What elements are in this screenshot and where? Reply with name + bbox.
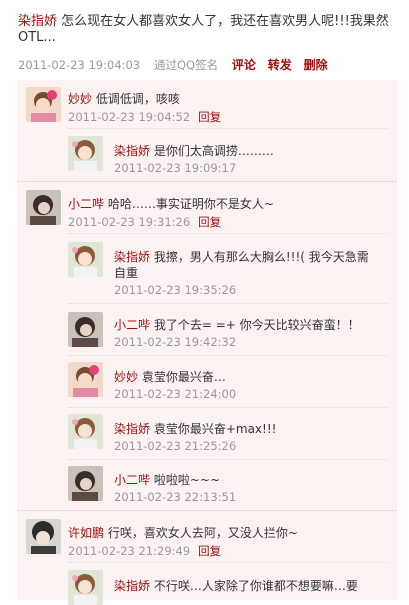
divider	[68, 233, 388, 234]
reply-2-1-body: 染指娇 我擦，男人有那么大胸么!!!( 我今天急需	[114, 248, 369, 265]
reply-text: 袁莹你最兴奋…	[138, 370, 226, 384]
reply-text: 啦啦啦~~~	[150, 473, 220, 487]
status-source: 通过QQ签名	[153, 58, 219, 72]
reply-2-1-meta: 2011-02-23 19:35:26	[114, 283, 236, 297]
comment-time: 2011-02-23 21:29:49	[68, 544, 191, 558]
girl-dark-avatar[interactable]	[26, 190, 61, 225]
girl-tea-avatar[interactable]	[68, 414, 103, 449]
girl-tea-avatar[interactable]	[68, 136, 103, 171]
comment-1-meta: 2011-02-23 19:04:52 回复	[68, 109, 221, 125]
comment-author[interactable]: 许如鹏	[68, 526, 104, 540]
status-meta: 2011-02-23 19:04:03 通过QQ签名 评论 转发 删除	[18, 56, 328, 73]
divider	[68, 355, 388, 356]
reply-link[interactable]: 回复	[198, 215, 221, 229]
reply-2-3-body: 妙妙 袁莹你最兴奋…	[114, 368, 226, 385]
reply-2-1-text2: 自重	[114, 266, 139, 280]
comment-text: 哈哈……事实证明你不是女人~	[104, 197, 274, 211]
reply-text: 袁莹你最兴奋+max!!!	[150, 422, 277, 436]
forward-action[interactable]: 转发	[268, 58, 292, 72]
reply-time: 2011-02-23 19:42:32	[114, 335, 237, 349]
divider	[68, 128, 388, 129]
divider	[68, 562, 388, 563]
comment-text: 行咲，喜欢女人去阿，又没人拦你~	[104, 526, 298, 540]
reply-2-4-body: 染指娇 袁莹你最兴奋+max!!!	[114, 420, 276, 437]
girl-dark-avatar[interactable]	[68, 466, 103, 501]
reply-2-5-meta: 2011-02-23 22:13:51	[114, 490, 236, 504]
comment-2-body: 小二哔 哈哈……事实证明你不是女人~	[68, 195, 274, 212]
reply-time: 2011-02-23 21:25:26	[114, 439, 237, 453]
comment-action[interactable]: 评论	[232, 58, 256, 72]
reply-author[interactable]: 染指娇	[114, 250, 150, 264]
reply-text: 我擦，男人有那么大胸么!!!( 我今天急需	[150, 250, 369, 264]
thread-divider	[17, 510, 397, 511]
reply-author[interactable]: 小二哔	[114, 473, 150, 487]
reply-link[interactable]: 回复	[198, 544, 221, 558]
comment-3-body: 许如鹏 行咲，喜欢女人去阿，又没人拦你~	[68, 524, 298, 541]
reply-text: 不行咲…人家除了你谁都不想要嘛…要	[150, 579, 358, 593]
status-text-line2: OTL...	[18, 30, 56, 45]
reply-2-5-body: 小二哔 啦啦啦~~~	[114, 471, 220, 488]
status-text-line1: 染指娇 怎么现在女人都喜欢女人了，我还在喜欢男人呢!!!我果然	[18, 10, 389, 29]
thread-divider	[17, 181, 397, 182]
girl-dark-avatar[interactable]	[68, 312, 103, 347]
comment-2-meta: 2011-02-23 19:31:26 回复	[68, 214, 221, 230]
comment-time: 2011-02-23 19:31:26	[68, 215, 191, 229]
status-text: 怎么现在女人都喜欢女人了，我还在喜欢男人呢!!!我果然	[57, 14, 389, 29]
reply-text: 我了个去= =+ 你今天比较兴奋蛮！！	[150, 318, 360, 332]
reply-time: 2011-02-23 19:09:17	[114, 161, 237, 175]
reply-author[interactable]: 小二哔	[114, 318, 150, 332]
reply-link[interactable]: 回复	[198, 110, 221, 124]
reply-2-4-meta: 2011-02-23 21:25:26	[114, 439, 236, 453]
divider	[68, 303, 388, 304]
status-time: 2011-02-23 19:04:03	[18, 58, 141, 72]
divider	[68, 459, 388, 460]
reply-1-1-body: 染指娇 是你们太高调捞………	[114, 142, 274, 159]
reply-2-2-body: 小二哔 我了个去= =+ 你今天比较兴奋蛮！！	[114, 316, 360, 333]
reply-2-2-meta: 2011-02-23 19:42:32	[114, 335, 236, 349]
reply-time: 2011-02-23 19:35:26	[114, 283, 237, 297]
girl-tea-avatar[interactable]	[68, 570, 103, 605]
anime-boy-avatar[interactable]	[26, 519, 61, 554]
comment-time: 2011-02-23 19:04:52	[68, 110, 191, 124]
comment-1-body: 妙妙 低调低调，咳咳	[68, 90, 180, 107]
reply-text: 是你们太高调捞………	[150, 144, 274, 158]
reply-time: 2011-02-23 21:24:00	[114, 387, 237, 401]
reply-author[interactable]: 染指娇	[114, 144, 150, 158]
reply-1-1-meta: 2011-02-23 19:09:17	[114, 161, 236, 175]
status-author[interactable]: 染指娇	[18, 14, 57, 29]
delete-action[interactable]: 删除	[304, 58, 328, 72]
comment-3-meta: 2011-02-23 21:29:49 回复	[68, 543, 221, 559]
girl-tea-avatar[interactable]	[68, 242, 103, 277]
girl-pink-avatar[interactable]	[26, 87, 61, 122]
comment-author[interactable]: 妙妙	[68, 92, 92, 106]
reply-time: 2011-02-23 22:13:51	[114, 490, 237, 504]
girl-pink-avatar[interactable]	[68, 362, 103, 397]
reply-author[interactable]: 妙妙	[114, 370, 138, 384]
reply-author[interactable]: 染指娇	[114, 579, 150, 593]
comment-text: 低调低调，咳咳	[92, 92, 180, 106]
reply-3-1-body: 染指娇 不行咲…人家除了你谁都不想要嘛…要	[114, 577, 358, 594]
reply-2-3-meta: 2011-02-23 21:24:00	[114, 387, 236, 401]
comment-author[interactable]: 小二哔	[68, 197, 104, 211]
divider	[68, 407, 388, 408]
reply-author[interactable]: 染指娇	[114, 422, 150, 436]
